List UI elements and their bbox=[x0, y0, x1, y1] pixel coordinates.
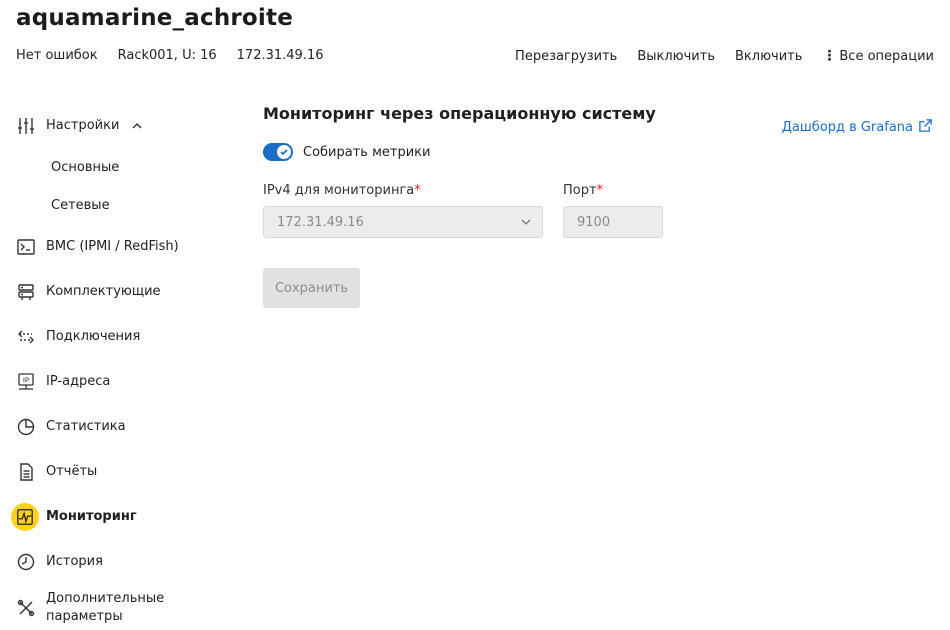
ip-text: 172.31.49.16 bbox=[236, 48, 324, 63]
sidebar-item-label: Статистика bbox=[46, 419, 126, 434]
svg-text:IP: IP bbox=[23, 376, 29, 384]
sidebar-item-label: BMC (IPMI / RedFish) bbox=[46, 239, 179, 254]
sidebar-item-reports[interactable]: Отчёты bbox=[0, 449, 230, 494]
ipv4-select[interactable]: 172.31.49.16 bbox=[263, 206, 543, 238]
ipv4-label: IPv4 для мониторинга* bbox=[263, 183, 421, 198]
ipv4-select-value: 172.31.49.16 bbox=[277, 214, 364, 230]
save-button[interactable]: Сохранить bbox=[263, 268, 360, 308]
sidebar-item-label: Комплектующие bbox=[46, 284, 161, 299]
sidebar-item-extra-params[interactable]: Дополнительные параметры bbox=[0, 584, 230, 630]
sidebar-item-monitoring[interactable]: Мониторинг bbox=[0, 494, 230, 539]
chevron-up-icon[interactable] bbox=[131, 120, 143, 132]
extra-params-line2: параметры bbox=[46, 609, 123, 624]
sidebar-item-label: Настройки bbox=[46, 118, 120, 133]
power-on-button[interactable]: Включить bbox=[735, 49, 802, 64]
grafana-link[interactable]: Дашборд в Grafana bbox=[782, 118, 933, 137]
collect-metrics-label: Собирать метрики bbox=[303, 144, 431, 160]
document-icon bbox=[15, 461, 37, 483]
ipv4-label-text: IPv4 для мониторинга bbox=[263, 183, 415, 198]
all-operations-button[interactable]: ⋮ Все операции bbox=[822, 48, 934, 64]
clock-icon bbox=[15, 551, 37, 573]
collect-metrics-row: Собирать метрики bbox=[263, 143, 430, 161]
ip-icon: IP bbox=[15, 371, 37, 393]
sidebar-item-label: Отчёты bbox=[46, 464, 98, 479]
sidebar-item-settings[interactable]: Настройки bbox=[0, 103, 230, 148]
grafana-link-label: Дашборд в Grafana bbox=[781, 120, 913, 135]
sidebar-item-label: Подключения bbox=[46, 329, 141, 344]
port-label-text: Порт bbox=[563, 183, 597, 198]
sidebar-item-history[interactable]: История bbox=[0, 539, 230, 584]
sidebar-subitem-network[interactable]: Сетевые bbox=[0, 186, 230, 224]
server-title: aquamarine_achroite bbox=[16, 5, 294, 31]
sidebar-item-ip-addresses[interactable]: IP IP-адреса bbox=[0, 359, 230, 404]
terminal-icon bbox=[15, 236, 37, 258]
port-input[interactable]: 9100 bbox=[563, 206, 663, 238]
external-link-icon bbox=[913, 118, 933, 137]
status-text: Нет ошибок bbox=[16, 48, 98, 63]
monitoring-panel: Мониторинг через операционную систему Да… bbox=[263, 104, 943, 308]
sidebar-item-bmc[interactable]: BMC (IPMI / RedFish) bbox=[0, 224, 230, 269]
required-mark: * bbox=[596, 183, 604, 198]
reboot-button[interactable]: Перезагрузить bbox=[515, 49, 617, 64]
sidebar-item-label: IP-адреса bbox=[46, 374, 111, 389]
power-off-button[interactable]: Выключить bbox=[637, 49, 715, 64]
sidebar: Настройки Основные Сетевые BMC (IPMI / R… bbox=[0, 103, 230, 630]
sidebar-subitem-basic[interactable]: Основные bbox=[0, 148, 230, 186]
server-rack-icon bbox=[15, 281, 37, 303]
location-text: Rack001, U: 16 bbox=[117, 48, 217, 63]
chevron-down-icon bbox=[520, 216, 532, 228]
pulse-monitor-icon bbox=[11, 502, 39, 531]
sidebar-item-label: Мониторинг bbox=[46, 509, 137, 524]
required-mark: * bbox=[414, 183, 421, 198]
extra-params-line1: Дополнительные bbox=[46, 591, 165, 606]
sidebar-item-statistics[interactable]: Статистика bbox=[0, 404, 230, 449]
check-icon bbox=[277, 145, 291, 159]
all-operations-label: Все операции bbox=[839, 48, 934, 64]
tools-icon bbox=[15, 597, 37, 619]
sidebar-item-components[interactable]: Комплектующие bbox=[0, 269, 230, 314]
sidebar-item-label: Дополнительные параметры bbox=[46, 590, 164, 626]
server-meta: Нет ошибок Rack001, U: 16 172.31.49.16 bbox=[16, 48, 344, 63]
collect-metrics-toggle[interactable] bbox=[263, 143, 293, 161]
pie-chart-icon bbox=[15, 416, 37, 438]
port-input-value: 9100 bbox=[577, 214, 611, 230]
sliders-icon bbox=[15, 115, 37, 137]
arrows-exchange-icon bbox=[15, 326, 37, 348]
port-label: Порт* bbox=[563, 183, 603, 198]
sidebar-item-label: История bbox=[46, 554, 103, 569]
server-actions: Перезагрузить Выключить Включить ⋮ Все о… bbox=[495, 48, 934, 64]
more-vertical-icon: ⋮ bbox=[822, 48, 837, 64]
sidebar-item-connections[interactable]: Подключения bbox=[0, 314, 230, 359]
